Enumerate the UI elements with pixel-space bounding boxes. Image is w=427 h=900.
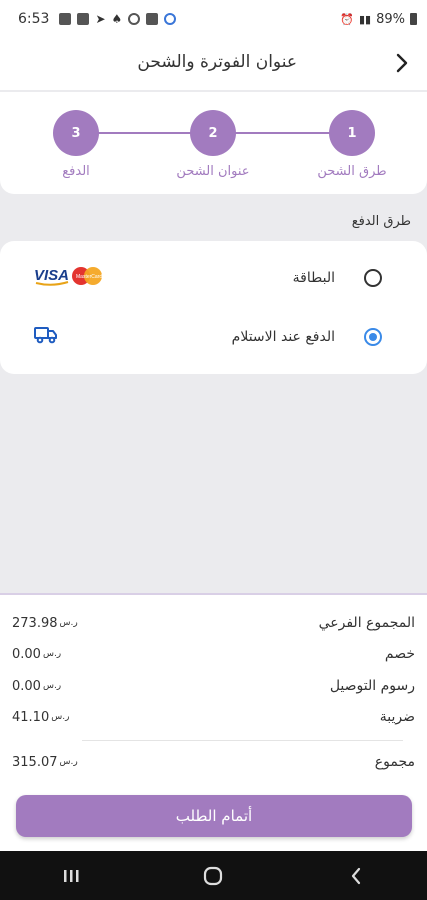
battery-icon: [410, 13, 417, 25]
home-icon: [204, 866, 223, 885]
summary-label: ضريبة: [379, 709, 415, 725]
chevron-right-icon: [396, 53, 408, 73]
summary-amount: 41.10: [12, 709, 50, 725]
visa-mastercard-icon: VISA MasterCard: [34, 264, 106, 292]
summary-label: المجموع الفرعي: [318, 615, 415, 631]
system-nav-bar: [0, 851, 427, 900]
home-button[interactable]: [193, 861, 233, 891]
summary-value: 0.00 ر.س: [12, 647, 61, 662]
step-number: 2: [208, 125, 218, 141]
summary-row-delivery-fee: 0.00 ر.س رسوم التوصيل: [12, 675, 415, 697]
message-icon: [146, 13, 159, 25]
summary-divider: [82, 740, 403, 741]
whatsapp-icon: [128, 13, 141, 25]
summary-value: 41.10 ر.س: [12, 710, 69, 725]
message-icon: [59, 13, 72, 25]
battery-level: 89%: [376, 11, 405, 27]
payment-option-card[interactable]: البطاقة VISA MasterCard: [0, 250, 427, 306]
telegram-icon: ➤: [95, 12, 106, 26]
step-number: 1: [347, 125, 357, 141]
step-3[interactable]: 3: [53, 110, 99, 156]
back-nav-button[interactable]: [336, 861, 376, 891]
summary-amount: 0.00: [12, 646, 41, 662]
back-icon: [351, 867, 360, 884]
svg-text:MasterCard: MasterCard: [76, 274, 102, 280]
step-number: 3: [71, 125, 81, 141]
summary-label: رسوم التوصيل: [329, 678, 415, 694]
step-label-shipping-address: عنوان الشحن: [176, 164, 250, 179]
summary-amount: 273.98: [12, 615, 58, 631]
currency-symbol: ر.س: [59, 618, 78, 628]
summary-row-discount: 0.00 ر.س خصم: [12, 643, 415, 665]
checkout-stepper: 1 طرق الشحن 2 عنوان الشحن 3 الدفع: [0, 92, 427, 194]
summary-amount: 0.00: [12, 678, 41, 694]
summary-value: 0.00 ر.س: [12, 679, 61, 694]
step-1[interactable]: 1: [329, 110, 375, 156]
app-notification-icon: [164, 13, 177, 25]
payment-option-cash-on-delivery[interactable]: الدفع عند الاستلام: [0, 309, 427, 365]
alarm-icon: ⏰: [340, 12, 354, 26]
snapchat-icon: ♠: [111, 12, 123, 26]
payment-option-label: الدفع عند الاستلام: [231, 329, 335, 345]
step-label-payment: الدفع: [62, 164, 90, 179]
step-label-shipping-methods: طرق الشحن: [317, 164, 387, 179]
order-summary: 273.98 ر.س المجموع الفرعي 0.00 ر.س خصم 0…: [0, 593, 427, 851]
recent-apps-button[interactable]: [51, 861, 91, 891]
summary-row-subtotal: 273.98 ر.س المجموع الفرعي: [12, 612, 415, 634]
summary-row-tax: 41.10 ر.س ضريبة: [12, 706, 415, 728]
step-2[interactable]: 2: [190, 110, 236, 156]
currency-symbol: ر.س: [59, 757, 78, 767]
currency-symbol: ر.س: [51, 712, 70, 722]
recent-apps-icon: [64, 869, 79, 882]
back-button[interactable]: [389, 50, 415, 76]
radio-cash-on-delivery[interactable]: [364, 328, 382, 346]
status-bar: 6:53 ➤ ♠ ⏰ ▮▮ 89%: [0, 0, 427, 38]
currency-symbol: ر.س: [42, 681, 62, 691]
status-time: 6:53: [18, 11, 50, 27]
signal-icon: ▮▮: [358, 12, 372, 26]
page-title: عنوان الفوترة والشحن: [137, 52, 297, 72]
summary-row-total: 315.07 ر.س مجموع: [12, 751, 415, 773]
summary-total-label: مجموع: [374, 754, 415, 770]
complete-order-button[interactable]: أتمام الطلب: [16, 795, 412, 837]
svg-text:VISA: VISA: [34, 267, 69, 284]
payment-option-label: البطاقة: [292, 270, 335, 286]
summary-total-value: 315.07 ر.س: [12, 755, 78, 770]
radio-card[interactable]: [364, 269, 382, 287]
app-header: عنوان الفوترة والشحن: [0, 38, 427, 90]
summary-value: 273.98 ر.س: [12, 616, 78, 631]
truck-icon: [34, 326, 58, 348]
message-icon: [77, 13, 90, 25]
summary-total-amount: 315.07: [12, 754, 58, 770]
summary-label: خصم: [384, 646, 415, 662]
payment-methods-card: البطاقة VISA MasterCard الدفع عند الاستل…: [0, 241, 427, 374]
payment-methods-title: طرق الدفع: [351, 214, 411, 229]
currency-symbol: ر.س: [42, 649, 62, 659]
